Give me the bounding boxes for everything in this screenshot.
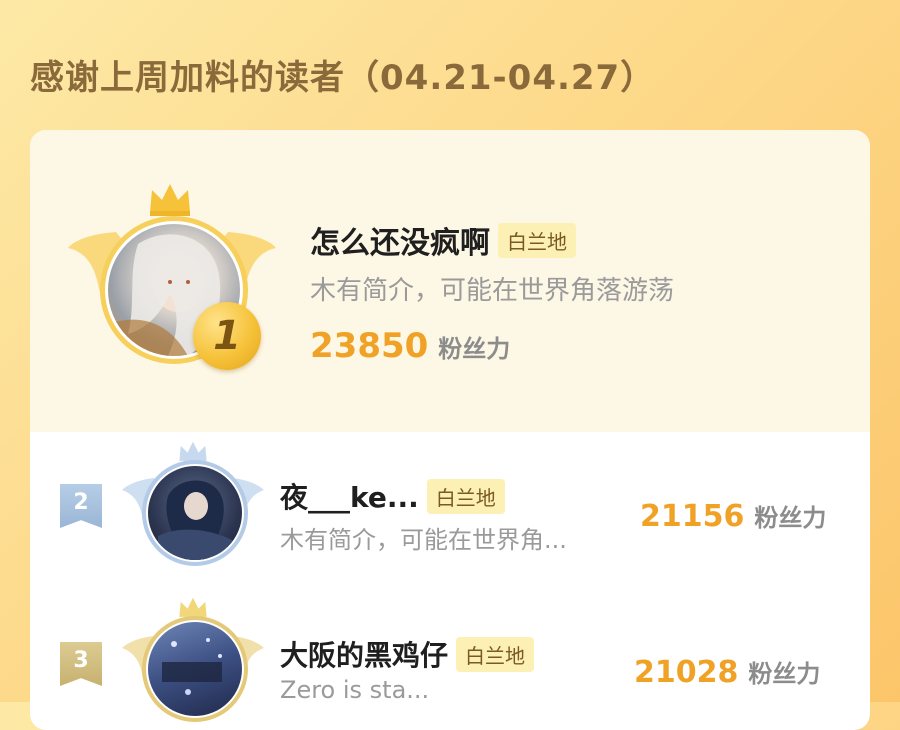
top-reader-section[interactable]: 1 怎么还没疯啊 白兰地 木有简介，可能在世界角落游荡 23850 粉丝力 <box>30 130 870 432</box>
fans-number: 23850 <box>310 326 429 366</box>
level-tag: 白兰地 <box>498 222 576 258</box>
level-tag: 白兰地 <box>456 636 535 672</box>
list-item[interactable]: 2 夜___ke... 白兰地 木有简介，可能在世界角... 21156 粉丝力 <box>30 432 870 592</box>
fans-count: 21156 粉丝力 <box>640 498 826 534</box>
reader-name-row: 大阪的黑鸡仔 白兰地 <box>280 634 535 674</box>
avatar[interactable] <box>148 466 242 560</box>
fans-unit: 粉丝力 <box>754 504 827 532</box>
reader-name[interactable]: 怎么还没疯啊 <box>310 218 490 262</box>
reader-bio: Zero is sta... <box>280 676 430 704</box>
fans-number: 21028 <box>634 655 739 690</box>
reader-name[interactable]: 夜___ke... <box>280 476 419 516</box>
fans-unit: 粉丝力 <box>438 335 511 363</box>
ranking-card: 1 怎么还没疯啊 白兰地 木有简介，可能在世界角落游荡 23850 粉丝力 2 <box>30 130 870 730</box>
list-item[interactable]: 3 大阪的黑鸡仔 白兰地 Zero is sta... 21028 粉丝力 <box>30 592 870 730</box>
top-reader-name-row: 怎么还没疯啊 白兰地 <box>310 218 576 262</box>
reader-name[interactable]: 大阪的黑鸡仔 <box>280 634 448 674</box>
fans-count: 23850 粉丝力 <box>310 326 510 366</box>
level-tag: 白兰地 <box>426 478 505 514</box>
crown-icon <box>150 184 190 216</box>
fans-count: 21028 粉丝力 <box>634 654 820 690</box>
reader-bio: 木有简介，可能在世界角落游荡 <box>310 276 675 306</box>
fans-unit: 粉丝力 <box>748 660 821 688</box>
reader-name-row: 夜___ke... 白兰地 <box>280 476 505 516</box>
rank-flag-icon: 3 <box>60 642 102 686</box>
rank-flag-icon: 2 <box>60 484 102 528</box>
rank-badge-icon: 1 <box>193 302 261 370</box>
fans-number: 21156 <box>640 499 745 534</box>
page-title: 感谢上周加料的读者（04.21-04.27） <box>30 58 656 98</box>
reader-bio: 木有简介，可能在世界角... <box>280 526 567 554</box>
